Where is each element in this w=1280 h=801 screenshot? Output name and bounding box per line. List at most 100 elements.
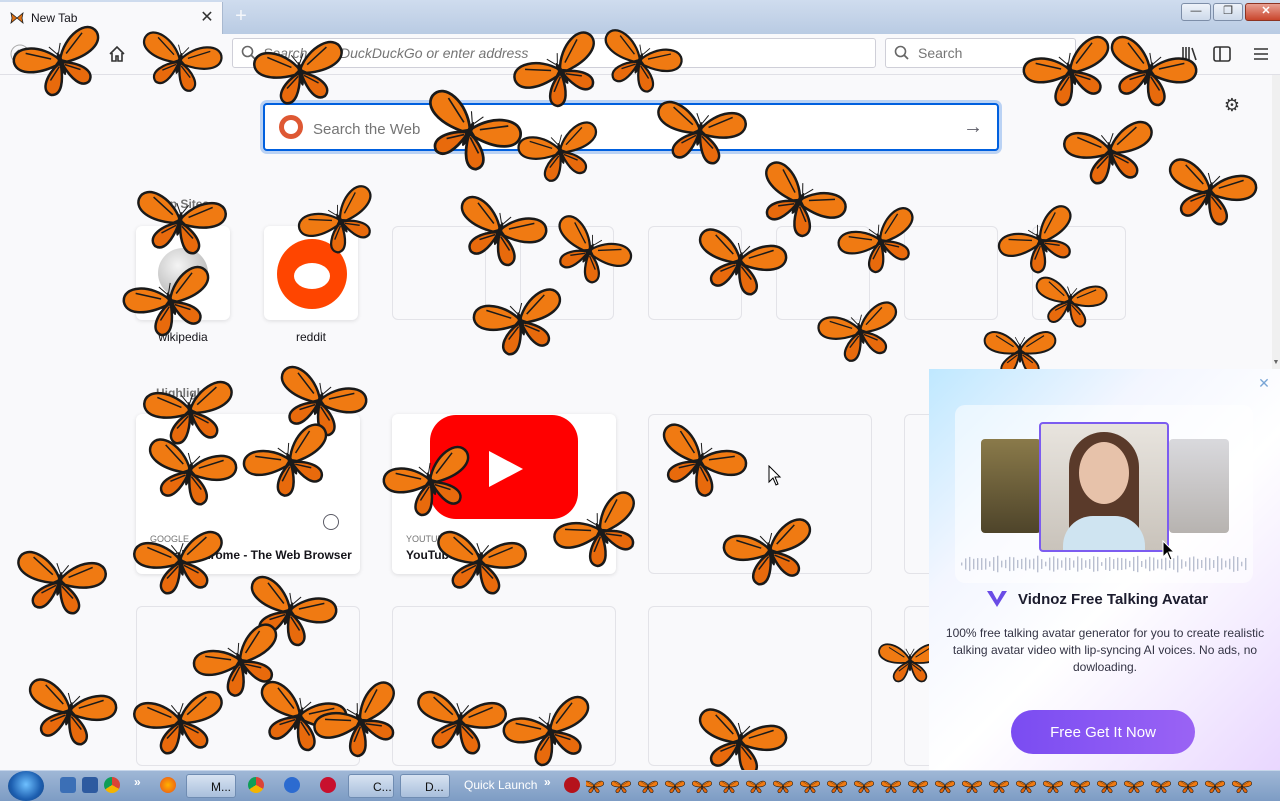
butterfly-icon [989,780,1009,794]
butterfly-icon [1097,780,1117,794]
vidnoz-logo-icon [987,591,1007,607]
highlight-source: YOUTUBE [406,534,450,544]
butterfly-icon [586,780,604,794]
top-site-empty[interactable] [520,226,614,320]
window-switcher-icon[interactable] [82,777,98,793]
web-search-input[interactable] [311,117,915,141]
search-icon [241,45,256,60]
top-site-wikipedia[interactable] [136,226,230,320]
highlight-card-empty[interactable] [136,606,360,766]
start-button[interactable] [8,771,44,801]
new-tab-button[interactable]: + [230,6,252,28]
tab-new-tab[interactable]: New Tab ✕ [0,2,223,34]
url-bar[interactable] [232,38,876,68]
man-avatar-thumbnail [1169,439,1229,533]
close-window-button[interactable]: ✕ [1245,3,1280,21]
highlight-title: Google Chrome - The Web Browser [150,548,352,562]
highlight-card-empty[interactable] [392,606,616,766]
butterfly-icon [935,780,955,794]
reddit-logo-icon [277,239,347,309]
mona-lisa-thumbnail [981,439,1041,533]
taskbar-task-firefox[interactable]: M... [186,774,236,798]
show-desktop-icon[interactable] [60,777,76,793]
butterfly-icon [773,780,793,794]
tab-close-icon[interactable]: ✕ [198,8,216,28]
butterfly-icon [638,780,658,794]
navigation-toolbar [0,34,1280,75]
top-site-empty[interactable] [1032,226,1126,320]
firefox-icon[interactable] [160,777,176,793]
highlight-card-google[interactable]: GOOGLE Google Chrome - The Web Browser [136,414,360,574]
top-site-empty[interactable] [648,226,742,320]
chrome-icon[interactable] [248,777,264,793]
butterfly-icon [1178,780,1198,794]
butterfly-icon [719,780,739,794]
taskbar-task-control[interactable]: C... [348,774,394,798]
butterfly-icon [1124,780,1144,794]
clock-icon [323,514,339,530]
ad-close-icon[interactable]: ✕ [1257,376,1271,390]
butterfly-icon [881,780,901,794]
windows-taskbar: » M... C... D... Quick Launch » [0,770,1280,801]
url-input[interactable] [261,42,865,64]
search-go-arrow-icon[interactable]: → [963,116,983,139]
free-get-it-now-button[interactable]: Free Get It Now [1011,710,1195,754]
butterfly-favicon-icon [10,12,24,24]
search-bar[interactable] [885,38,1076,68]
butterfly-icon [827,780,847,794]
highlight-title: YouTube - YouTube [406,548,516,562]
avatar-portrait [1039,422,1169,552]
top-sites-heading: Top Sites [156,197,210,211]
app-icon[interactable] [284,777,300,793]
taskbar-butterfly-icons [586,780,1252,794]
top-site-empty[interactable] [904,226,998,320]
vidnoz-ad-popup: ✕ Vidnoz Free Talking Avatar 100% free t… [929,369,1280,770]
butterfly-icon [854,780,874,794]
settings-gear-icon[interactable]: ⚙ [1222,95,1242,115]
minimize-button[interactable]: — [1181,3,1211,21]
butterfly-icon [746,780,766,794]
youtube-logo-icon [430,415,578,519]
taskbar-task-document[interactable]: D... [400,774,450,798]
butterfly-icon [692,780,712,794]
highlight-card-youtube[interactable]: YOUTUBE YouTube - YouTube [392,414,616,574]
highlight-card-empty[interactable] [648,414,872,574]
butterfly-icon [611,780,631,794]
mouse-cursor-icon [768,465,782,486]
butterfly-icon [800,780,820,794]
back-arrow-icon[interactable] [8,42,32,66]
menu-hamburger-icon[interactable] [1249,42,1273,66]
highlights-heading: Highlights [156,386,215,400]
tab-title: New Tab [31,11,78,25]
butterfly-icon [1232,780,1252,794]
highlight-card-empty[interactable] [648,606,872,766]
quick-launch-label: Quick Launch [464,778,538,792]
search-input[interactable] [916,42,1070,64]
chrome-icon[interactable] [104,777,120,793]
top-site-reddit[interactable] [264,226,358,320]
app-icon[interactable] [320,777,336,793]
library-icon[interactable] [1178,42,1202,66]
top-site-empty[interactable] [392,226,486,320]
butterfly-icon [1016,780,1036,794]
butterfly-icon [1043,780,1063,794]
top-site-label: reddit [295,330,327,344]
app-icon[interactable] [564,777,580,793]
ad-title: Vidnoz Free Talking Avatar [1018,591,1209,608]
audio-waveform [961,555,1247,573]
search-icon [894,45,909,60]
sidebar-icon[interactable] [1210,42,1234,66]
restore-button[interactable]: ❐ [1213,3,1243,21]
home-icon[interactable] [105,42,129,66]
title-bar: New Tab ✕ + — ❐ ✕ [0,0,1280,34]
butterfly-icon [908,780,928,794]
mouse-cursor-icon [1162,540,1176,561]
web-search-box[interactable]: → [263,103,999,151]
wikipedia-globe-icon [158,248,208,298]
chevron-right-icon[interactable]: » [134,775,141,789]
ad-description: 100% free talking avatar generator for y… [945,626,1265,674]
butterfly-icon [665,780,685,794]
duckduckgo-logo-icon [279,115,303,139]
chevron-right-icon[interactable]: » [544,775,551,789]
top-site-empty[interactable] [776,226,870,320]
